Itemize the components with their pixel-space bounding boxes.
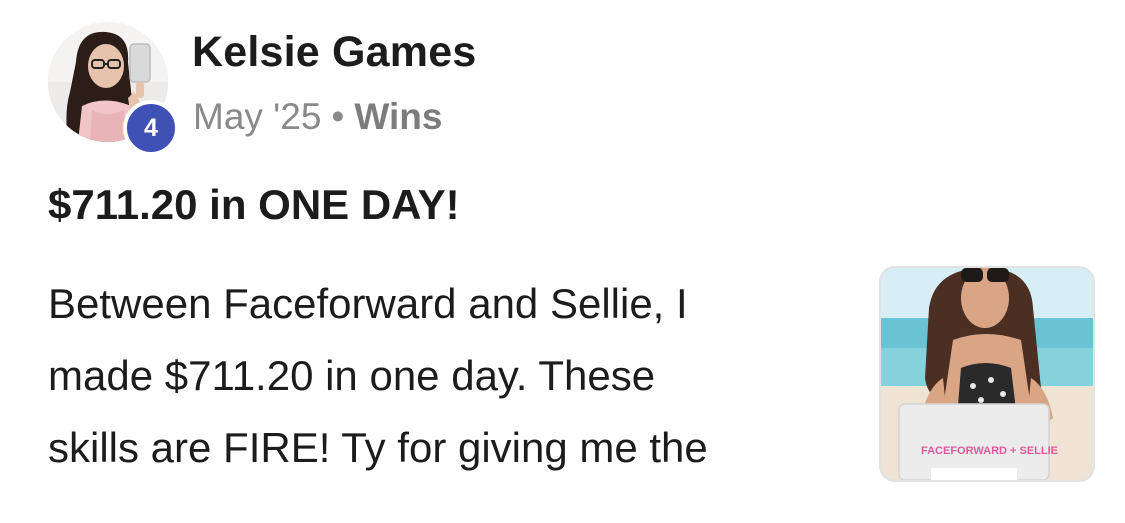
post-date: May '25 <box>193 96 322 137</box>
post-body-line: made $711.20 in one day. These <box>48 352 656 399</box>
meta-separator: • <box>331 96 345 137</box>
post-thumbnail[interactable]: FACEFORWARD + SELLIE <box>879 266 1095 482</box>
post-image-icon: FACEFORWARD + SELLIE <box>881 268 1093 480</box>
post-body-line: skills are FIRE! Ty for giving me the <box>48 424 708 471</box>
post-body[interactable]: Between Faceforward and Sellie, I made $… <box>48 268 838 484</box>
post-body-line: Between Faceforward and Sellie, I <box>48 280 688 327</box>
author-avatar[interactable]: 4 <box>48 22 179 156</box>
author-name[interactable]: Kelsie Games <box>192 28 476 77</box>
laptop-text: FACEFORWARD + SELLIE <box>921 445 1058 457</box>
post-card: 4 Kelsie Games May '25 • Wins $711.20 in O… <box>0 0 1125 523</box>
post-meta: May '25 • Wins <box>193 96 442 138</box>
post-title[interactable]: $711.20 in ONE DAY! <box>48 181 460 229</box>
post-category[interactable]: Wins <box>354 96 442 137</box>
level-badge: 4 <box>123 100 179 156</box>
